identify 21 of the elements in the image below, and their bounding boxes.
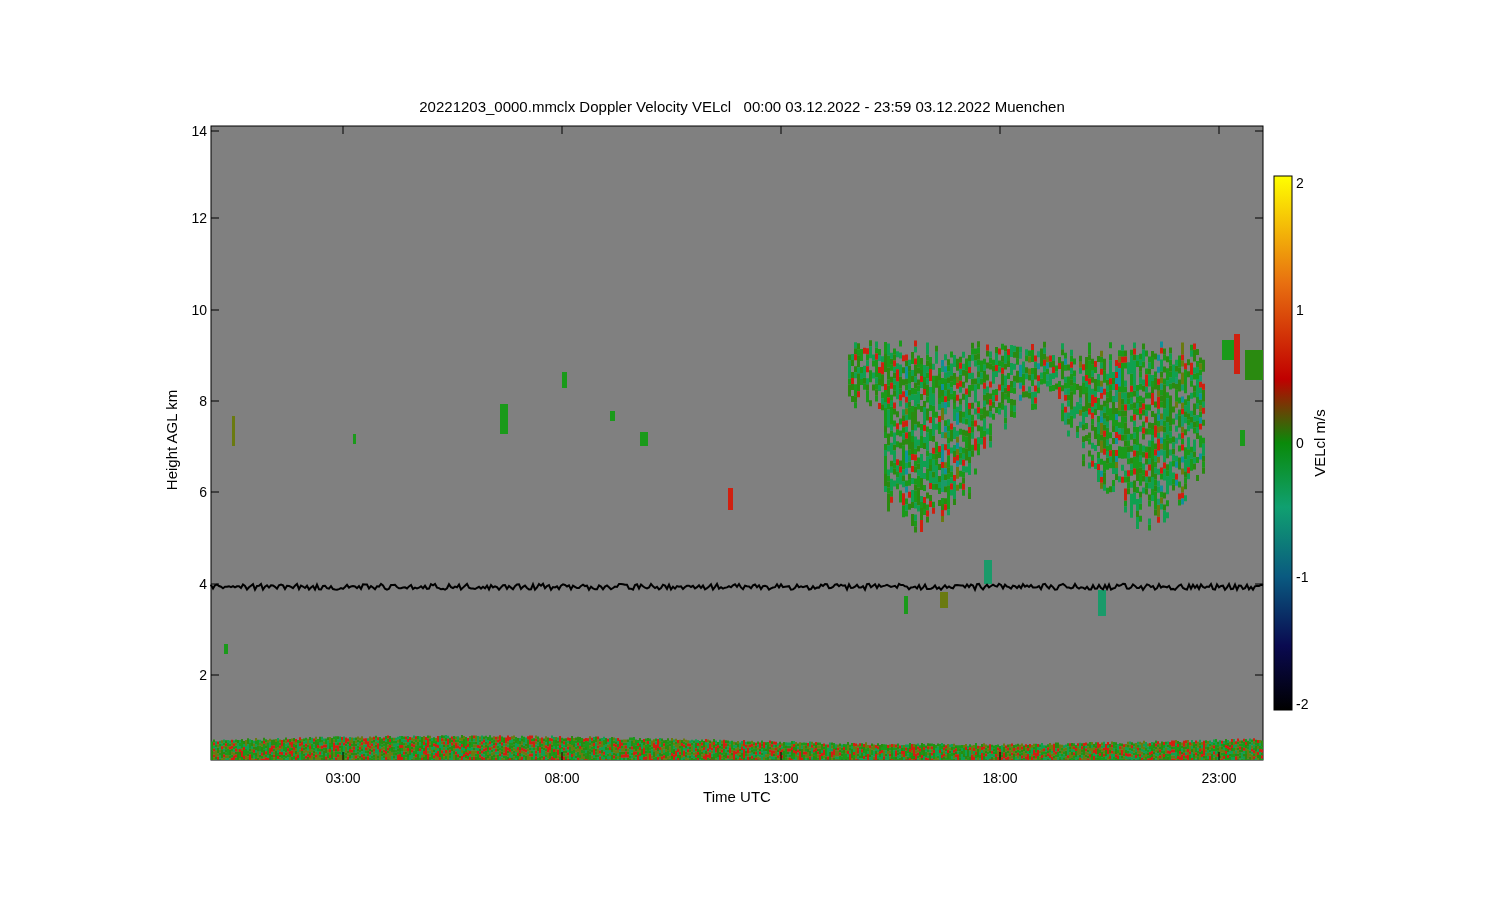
colorbar-label: VELcl m/s — [1311, 409, 1328, 477]
x-tick-label: 23:00 — [1201, 770, 1237, 786]
x-tick-label: 08:00 — [544, 770, 580, 786]
y-tick-label: 4 — [199, 576, 207, 592]
x-tick-label: 03:00 — [325, 770, 361, 786]
y-axis-label: Height AGL km — [163, 389, 180, 491]
colorbar-tick-label: 0 — [1296, 435, 1304, 451]
y-tick-label: 14 — [191, 123, 207, 139]
y-tick-label: 8 — [199, 393, 207, 409]
x-tick-label: 13:00 — [763, 770, 799, 786]
x-axis-label: Time UTC — [703, 788, 771, 805]
chart-title: 20221203_0000.mmclx Doppler Velocity VELcl 00:00 03.12.2022 - 23:59 03.12.2022 Muenchen — [419, 98, 1065, 115]
colorbar-tick-label: 2 — [1296, 175, 1304, 191]
colorbar-tick-label: -1 — [1296, 569, 1309, 585]
y-tick-label: 6 — [199, 484, 207, 500]
y-tick-label: 2 — [199, 667, 207, 683]
y-tick-label: 10 — [191, 302, 207, 318]
y-tick-label: 12 — [191, 210, 207, 226]
colorbar-tick-label: 1 — [1296, 302, 1304, 318]
x-tick-label: 18:00 — [982, 770, 1018, 786]
colorbar-tick-label: -2 — [1296, 696, 1309, 712]
